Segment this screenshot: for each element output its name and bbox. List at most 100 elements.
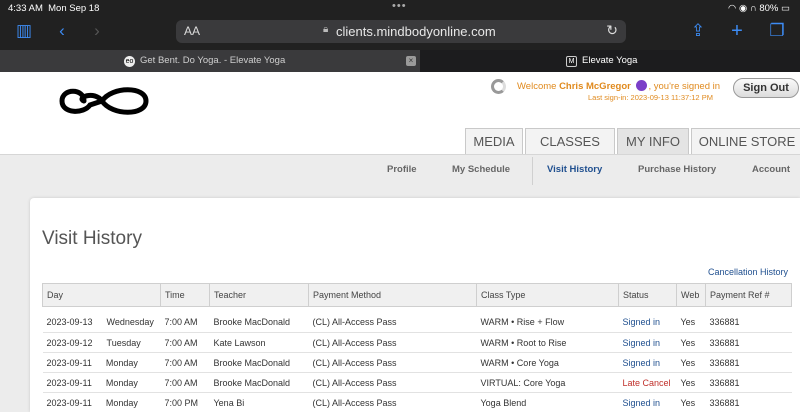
cell-day: 2023-09-11 Monday	[42, 372, 161, 393]
cell-time: 7:00 PM	[160, 392, 210, 412]
cell-class-type: WARM • Root to Rise	[476, 332, 619, 353]
loading-spinner-icon	[491, 79, 506, 94]
cell-class-type: WARM • Core Yoga	[476, 352, 619, 373]
cell-teacher: Yena Bi	[209, 392, 309, 412]
forward-icon[interactable]: ›	[85, 20, 109, 42]
ios-status-bar: 4:33 AM Mon Sep 18 ••• ◠ ◉ ∩ 80% ▭	[0, 0, 800, 16]
cell-time: 7:00 AM	[160, 352, 210, 373]
share-icon[interactable]: ⇪	[686, 20, 710, 42]
new-tab-icon[interactable]: +	[725, 20, 749, 42]
tab-classes[interactable]: CLASSES	[525, 128, 615, 154]
tab-strip: eo Get Bent. Do Yoga. - Elevate Yoga × M…	[0, 50, 800, 72]
reload-icon[interactable]: ↻	[606, 22, 618, 39]
cell-date: 2023-09-11	[46, 377, 92, 388]
tab-favicon-eo: eo	[124, 56, 135, 67]
table-row: 2023-09-11 Monday 7:00 AM Brooke MacDonald(…	[42, 352, 792, 373]
multitask-dots[interactable]: •••	[392, 0, 407, 12]
tab-title: Elevate Yoga	[582, 55, 638, 66]
status-time: 4:33 AM	[8, 3, 43, 14]
cell-time: 7:00 AM	[160, 332, 210, 353]
cell-payment-ref: 336881	[705, 392, 792, 412]
col-web[interactable]: Web	[676, 283, 706, 307]
cell-web: Yes	[676, 392, 706, 412]
col-time[interactable]: Time	[160, 283, 210, 307]
subnav-divider	[532, 157, 533, 185]
cell-status[interactable]: Signed in	[618, 392, 677, 412]
cell-status[interactable]: Signed in	[618, 312, 677, 333]
content-panel: Visit History Cancellation History Day T…	[30, 198, 800, 412]
elevate-yoga-logo[interactable]	[56, 80, 152, 122]
cell-payment-method: (CL) All-Access Pass	[308, 372, 477, 393]
page-title: Visit History	[42, 228, 142, 249]
cell-class-type: WARM • Rise + Flow	[476, 312, 619, 333]
cell-teacher: Brooke MacDonald	[209, 372, 309, 393]
col-status[interactable]: Status	[618, 283, 677, 307]
last-signin: Last sign-in: 2023-09-13 11:37:12 PM	[588, 93, 713, 102]
alarm-icon: ◉	[738, 3, 748, 14]
browser-tab-get-bent[interactable]: eo Get Bent. Do Yoga. - Elevate Yoga	[0, 50, 400, 72]
tab-my-info[interactable]: MY INFO	[617, 128, 689, 154]
status-icons: ◠ ◉ ∩ 80% ▭	[728, 3, 790, 14]
cell-payment-method: (CL) All-Access Pass	[308, 312, 477, 333]
avatar	[635, 80, 647, 91]
cell-date: 2023-09-12	[46, 337, 93, 348]
url-text[interactable]: clients.mindbodyonline.com	[336, 24, 496, 39]
subnav-purchase-history[interactable]: Purchase History	[638, 164, 716, 175]
status-time-date: 4:33 AM Mon Sep 18	[8, 3, 99, 14]
tab-online-store[interactable]: ONLINE STORE	[691, 128, 800, 154]
cell-weekday: Monday	[105, 397, 138, 408]
subnav-visit-history[interactable]: Visit History	[547, 164, 602, 175]
battery-icon: ▭	[781, 3, 790, 14]
cell-web: Yes	[676, 352, 706, 373]
table-body: 2023-09-13 Wednesday 7:00 AM Brooke MacDona…	[42, 307, 792, 412]
cell-weekday: Monday	[105, 377, 138, 388]
address-bar[interactable]: AA 🔒︎ clients.mindbodyonline.com ↻	[176, 20, 626, 43]
cell-weekday: Monday	[105, 357, 138, 368]
tabs-icon[interactable]: ❐	[765, 20, 789, 42]
cell-web: Yes	[676, 312, 706, 333]
cell-weekday: Tuesday	[106, 337, 141, 348]
welcome-suffix: , you're signed in	[648, 81, 721, 92]
cell-day: 2023-09-13 Wednesday	[42, 312, 161, 333]
cell-status[interactable]: Signed in	[618, 352, 677, 373]
cell-payment-ref: 336881	[705, 332, 792, 353]
browser-chrome: 4:33 AM Mon Sep 18 ••• ◠ ◉ ∩ 80% ▭ ▥ ‹ ›…	[0, 0, 800, 72]
col-day[interactable]: Day	[42, 283, 161, 307]
welcome-message: Welcome Chris McGregor , you're signed i…	[517, 80, 720, 92]
cell-payment-ref: 336881	[705, 372, 792, 393]
sub-nav: Profile My Schedule Visit History Purcha…	[0, 154, 800, 186]
col-payment-method[interactable]: Payment Method	[308, 283, 477, 307]
cell-day: 2023-09-11 Monday	[42, 392, 161, 412]
headphones-icon: ∩	[749, 3, 757, 14]
cell-day: 2023-09-11 Monday	[42, 352, 161, 373]
tab-title: Get Bent. Do Yoga. - Elevate Yoga	[140, 55, 286, 66]
col-class-type[interactable]: Class Type	[476, 283, 619, 307]
cell-status[interactable]: Signed in	[618, 332, 677, 353]
cell-time: 7:00 AM	[160, 312, 210, 333]
sidebar-icon[interactable]: ▥	[12, 20, 36, 42]
cell-status[interactable]: Late Cancel	[618, 372, 677, 393]
cell-date: 2023-09-13	[46, 317, 93, 328]
subnav-my-schedule[interactable]: My Schedule	[452, 164, 510, 175]
reader-aa-button[interactable]: AA	[184, 24, 200, 38]
sign-out-button[interactable]: Sign Out	[733, 78, 799, 98]
subnav-profile[interactable]: Profile	[387, 164, 417, 175]
cell-class-type: VIRTUAL: Core Yoga	[476, 372, 619, 393]
subnav-account[interactable]: Account	[752, 164, 790, 175]
battery-percent: 80%	[759, 3, 779, 14]
col-teacher[interactable]: Teacher	[209, 283, 309, 307]
cell-teacher: Brooke MacDonald	[209, 312, 309, 333]
status-date: Mon Sep 18	[48, 3, 100, 14]
user-name[interactable]: Chris McGregor	[559, 81, 631, 92]
cell-day: 2023-09-12 Tuesday	[42, 332, 161, 353]
close-icon[interactable]: ×	[406, 56, 416, 66]
cancellation-history-link[interactable]: Cancellation History	[708, 267, 788, 277]
back-icon[interactable]: ‹	[50, 20, 74, 42]
col-payment-ref[interactable]: Payment Ref #	[705, 283, 792, 307]
tab-close-area: ×	[400, 50, 420, 72]
table-row: 2023-09-11 Monday 7:00 PM Yena Bi (CL) All-A…	[42, 392, 792, 412]
table-row: 2023-09-12 Tuesday 7:00 AM Kate Lawson (CL) …	[42, 332, 792, 353]
cell-weekday: Wednesday	[106, 317, 154, 328]
tab-media[interactable]: MEDIA	[465, 128, 523, 154]
browser-tab-elevate-yoga[interactable]: M Elevate Yoga	[420, 50, 800, 72]
